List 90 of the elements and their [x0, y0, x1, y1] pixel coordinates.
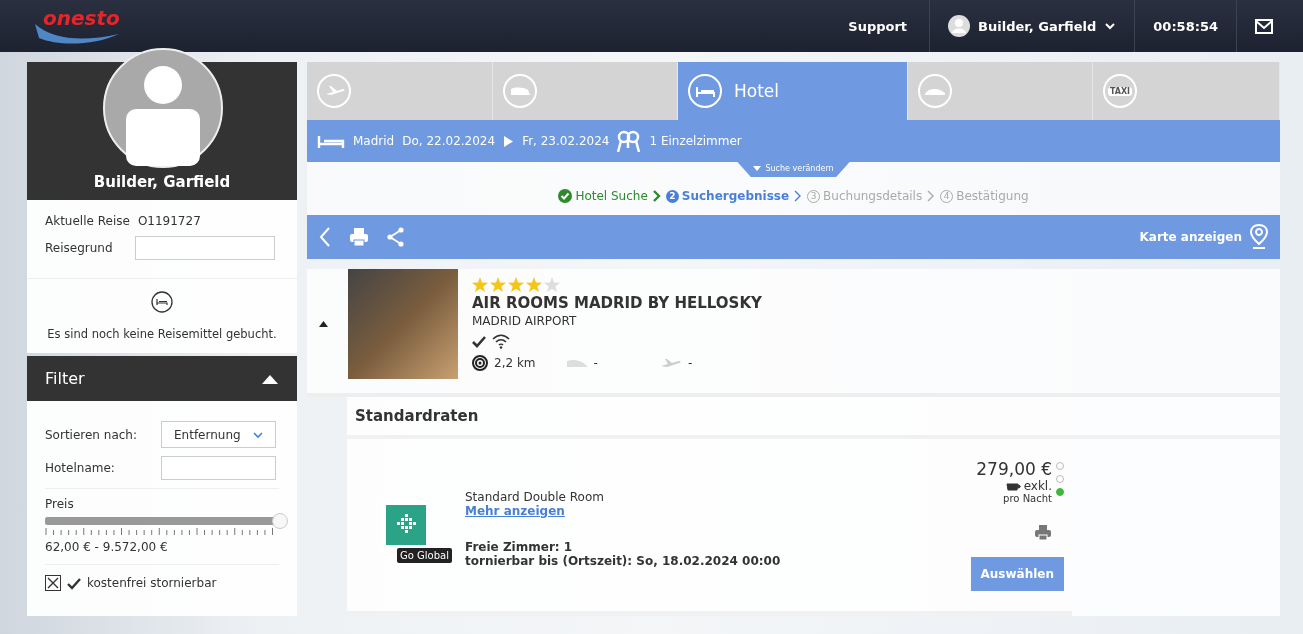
room-type: Standard Double Room — [465, 490, 605, 504]
rates-title: Standardraten — [347, 397, 1280, 439]
hotelname-input[interactable] — [161, 456, 276, 480]
sort-value: Entfernung — [174, 427, 241, 442]
filter-header[interactable]: Filter — [27, 356, 297, 401]
sort-dropdown[interactable]: Entfernung — [161, 421, 276, 448]
train-icon — [565, 358, 588, 368]
show-more-link[interactable]: Mehr anzeigen — [465, 504, 971, 518]
check-circle-icon — [558, 189, 573, 203]
step-chevron-icon — [652, 190, 661, 202]
flight-distance: - — [687, 356, 693, 370]
progress-step[interactable]: Hotel Suche — [558, 189, 648, 203]
bed-icon — [317, 133, 345, 149]
star-icon — [472, 277, 488, 292]
print-icon[interactable] — [349, 227, 369, 247]
taxi-badge-text: TAXI — [1107, 86, 1133, 96]
progress-step[interactable]: 2 Suchergebnisse — [665, 189, 790, 203]
trip-label: Aktuelle Reise — [45, 214, 130, 228]
price-range: 62,00 € - 9.572,00 € — [45, 540, 169, 554]
modify-search-label: Suche verändern — [765, 164, 834, 173]
caret-down-icon — [753, 166, 762, 171]
train-icon — [503, 74, 537, 108]
checkout-date: Fr, 23.02.2024 — [522, 134, 610, 148]
map-pin-icon — [1250, 224, 1268, 250]
reason-input[interactable] — [135, 236, 275, 260]
bed-icon — [688, 74, 722, 108]
support-link[interactable]: Support — [830, 0, 930, 52]
modify-search-tab[interactable]: Suche verändern — [737, 162, 850, 177]
avatar-icon — [948, 15, 971, 37]
user-name: Builder, Garfield — [978, 18, 1097, 34]
profile-name: Builder, Garfield — [93, 173, 231, 191]
checkbox[interactable] — [45, 575, 61, 591]
breakfast-info: exkl. — [1023, 479, 1052, 493]
cancellation-deadline: tornierbar bis (Ortszeit): So, 18.02.2024 00:00 — [465, 554, 782, 568]
distance-text: 2,2 km — [494, 356, 536, 370]
city-text: Madrid — [353, 134, 395, 148]
select-button[interactable]: Auswählen — [970, 557, 1064, 591]
tab[interactable] — [908, 62, 1093, 120]
progress-step: 4 Bestätigung — [940, 189, 1029, 203]
price-label: Preis — [45, 497, 75, 511]
tab-label: Hotel — [734, 81, 780, 101]
logo-text: onesto — [43, 6, 120, 30]
tab[interactable] — [493, 62, 678, 120]
progress-step: 3 Buchungsdetails — [807, 189, 923, 203]
trip-id: O1191727 — [137, 214, 201, 228]
hotelname-label: Hotelname: — [45, 461, 116, 475]
checkmark-icon — [472, 335, 486, 348]
print-icon[interactable] — [1034, 524, 1052, 541]
collapse-triangle-icon[interactable] — [319, 320, 328, 328]
car-icon — [918, 74, 952, 108]
target-icon — [472, 355, 488, 371]
logo[interactable]: onesto — [33, 8, 123, 44]
step-chevron-icon — [794, 190, 803, 202]
free-cancellation-label: kostenfrei stornierbar — [87, 576, 217, 590]
avatar-silhouette-icon — [103, 48, 223, 168]
checkmark-icon — [67, 576, 81, 590]
train-distance: - — [593, 356, 598, 370]
hotel-area: MADRID AIRPORT — [472, 314, 762, 328]
slider-thumb[interactable] — [272, 513, 288, 529]
chevron-down-icon — [253, 430, 263, 439]
price: 279,00 € — [976, 459, 1052, 479]
chevron-down-icon — [1104, 21, 1117, 31]
per-night-label: pro Nacht — [1003, 493, 1052, 504]
play-arrow-icon — [503, 134, 515, 148]
star-icon — [508, 277, 524, 292]
empty-star-icon — [544, 277, 560, 292]
airplane-icon — [317, 74, 351, 108]
room-count: 1 Einzelzimmer — [649, 134, 742, 148]
mail-icon[interactable] — [1255, 18, 1273, 34]
star-icon — [526, 277, 542, 292]
provider-tooltip: Go Global — [397, 548, 452, 563]
tab[interactable]: TAXI — [1093, 62, 1280, 120]
bed-icon — [151, 291, 173, 313]
show-map-link[interactable]: Karte anzeigen — [1139, 224, 1268, 250]
checkin-date: Do, 22.02.2024 — [402, 134, 496, 148]
session-timer: 00:58:54 — [1134, 0, 1236, 52]
empty-bookings-message: Es sind noch keine Reisemittel gebucht. — [47, 327, 277, 341]
tab[interactable]: Hotel — [678, 62, 908, 120]
step-chevron-icon — [927, 190, 936, 202]
star-icon — [490, 277, 506, 292]
user-menu[interactable]: Builder, Garfield — [929, 0, 1135, 52]
filter-title: Filter — [45, 369, 85, 388]
wifi-icon — [492, 334, 510, 349]
cup-icon — [1005, 481, 1021, 491]
sort-label: Sortieren nach: — [45, 427, 138, 442]
share-icon[interactable] — [387, 227, 404, 247]
reason-label: Reisegrund — [45, 241, 114, 255]
free-rooms: Freie Zimmer: 1 — [465, 540, 574, 554]
hotel-name: AIR ROOMS MADRID BY HELLOSKY — [472, 294, 762, 312]
keys-icon — [617, 129, 642, 153]
